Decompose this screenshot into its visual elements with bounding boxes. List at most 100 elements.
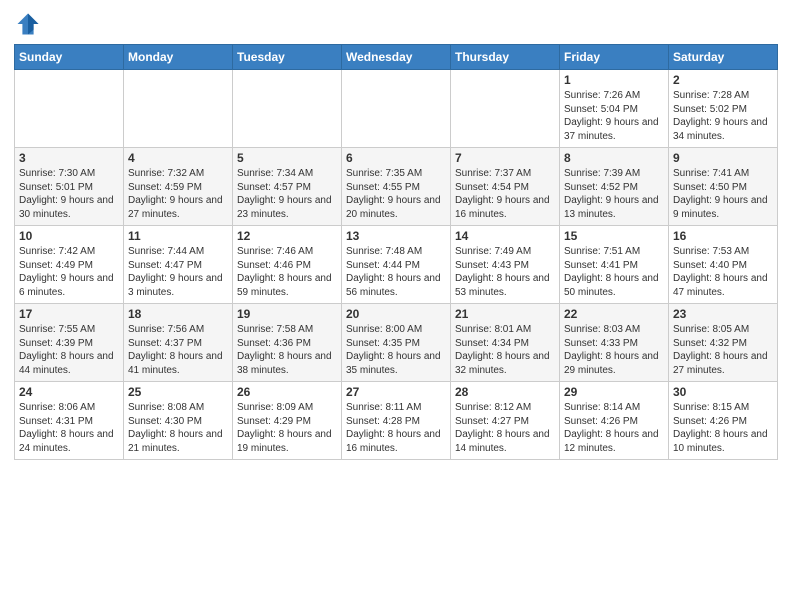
day-info: Sunrise: 7:46 AM Sunset: 4:46 PM Dayligh… <box>237 245 337 299</box>
day-number: 5 <box>237 151 337 165</box>
day-number: 20 <box>346 307 446 321</box>
day-number: 9 <box>673 151 773 165</box>
day-info: Sunrise: 7:32 AM Sunset: 4:59 PM Dayligh… <box>128 167 228 221</box>
page-container: SundayMondayTuesdayWednesdayThursdayFrid… <box>0 0 792 470</box>
day-cell: 14 Sunrise: 7:49 AM Sunset: 4:43 PM Dayli… <box>451 226 560 304</box>
day-cell: 12Sunrise: 7:46 AM Sunset: 4:46 PM Dayli… <box>233 226 342 304</box>
day-cell: 10 Sunrise: 7:42 AM Sunset: 4:49 PM Dayli… <box>15 226 124 304</box>
day-number: 24 <box>19 385 119 399</box>
day-cell: 17 Sunrise: 7:55 AM Sunset: 4:39 PM Dayli… <box>15 304 124 382</box>
day-cell: 13Sunrise: 7:48 AM Sunset: 4:44 PM Dayli… <box>342 226 451 304</box>
day-cell: 8 Sunrise: 7:39 AM Sunset: 4:52 PM Daylig… <box>560 148 669 226</box>
day-info: Sunrise: 7:37 AM Sunset: 4:54 PM Dayligh… <box>455 167 555 221</box>
day-cell: 27 Sunrise: 8:11 AM Sunset: 4:28 PM Dayli… <box>342 382 451 460</box>
day-number: 7 <box>455 151 555 165</box>
day-info: Sunrise: 8:14 AM Sunset: 4:26 PM Dayligh… <box>564 401 664 455</box>
day-info: Sunrise: 7:26 AM Sunset: 5:04 PM Dayligh… <box>564 89 664 143</box>
logo-icon <box>14 10 42 38</box>
col-header-friday: Friday <box>560 45 669 70</box>
day-cell: 29 Sunrise: 8:14 AM Sunset: 4:26 PM Dayli… <box>560 382 669 460</box>
day-number: 29 <box>564 385 664 399</box>
day-cell: 7 Sunrise: 7:37 AM Sunset: 4:54 PM Daylig… <box>451 148 560 226</box>
day-cell <box>342 70 451 148</box>
day-info: Sunrise: 8:06 AM Sunset: 4:31 PM Dayligh… <box>19 401 119 455</box>
day-number: 1 <box>564 73 664 87</box>
day-number: 23 <box>673 307 773 321</box>
day-cell: 16 Sunrise: 7:53 AM Sunset: 4:40 PM Dayli… <box>669 226 778 304</box>
day-cell: 9 Sunrise: 7:41 AM Sunset: 4:50 PM Daylig… <box>669 148 778 226</box>
day-cell: 3 Sunrise: 7:30 AM Sunset: 5:01 PM Daylig… <box>15 148 124 226</box>
day-info: Sunrise: 7:41 AM Sunset: 4:50 PM Dayligh… <box>673 167 773 221</box>
col-header-monday: Monday <box>124 45 233 70</box>
day-cell <box>233 70 342 148</box>
day-number: 16 <box>673 229 773 243</box>
day-cell: 5Sunrise: 7:34 AM Sunset: 4:57 PM Daylig… <box>233 148 342 226</box>
day-info: Sunrise: 8:09 AM Sunset: 4:29 PM Dayligh… <box>237 401 337 455</box>
day-info: Sunrise: 8:12 AM Sunset: 4:27 PM Dayligh… <box>455 401 555 455</box>
week-row-1: 3 Sunrise: 7:30 AM Sunset: 5:01 PM Daylig… <box>15 148 778 226</box>
col-header-saturday: Saturday <box>669 45 778 70</box>
day-cell: 28 Sunrise: 8:12 AM Sunset: 4:27 PM Dayli… <box>451 382 560 460</box>
day-number: 13 <box>346 229 446 243</box>
day-info: Sunrise: 7:30 AM Sunset: 5:01 PM Dayligh… <box>19 167 119 221</box>
week-row-2: 10 Sunrise: 7:42 AM Sunset: 4:49 PM Dayli… <box>15 226 778 304</box>
col-header-tuesday: Tuesday <box>233 45 342 70</box>
day-cell: 19Sunrise: 7:58 AM Sunset: 4:36 PM Dayli… <box>233 304 342 382</box>
col-header-wednesday: Wednesday <box>342 45 451 70</box>
day-cell <box>124 70 233 148</box>
day-info: Sunrise: 8:11 AM Sunset: 4:28 PM Dayligh… <box>346 401 446 455</box>
day-number: 22 <box>564 307 664 321</box>
day-cell: 15 Sunrise: 7:51 AM Sunset: 4:41 PM Dayli… <box>560 226 669 304</box>
day-number: 25 <box>128 385 228 399</box>
day-number: 30 <box>673 385 773 399</box>
day-cell <box>451 70 560 148</box>
day-info: Sunrise: 7:28 AM Sunset: 5:02 PM Dayligh… <box>673 89 773 143</box>
day-cell: 1 Sunrise: 7:26 AM Sunset: 5:04 PM Daylig… <box>560 70 669 148</box>
day-info: Sunrise: 7:44 AM Sunset: 4:47 PM Dayligh… <box>128 245 228 299</box>
day-cell: 21Sunrise: 8:01 AM Sunset: 4:34 PM Dayli… <box>451 304 560 382</box>
day-info: Sunrise: 8:15 AM Sunset: 4:26 PM Dayligh… <box>673 401 773 455</box>
day-number: 2 <box>673 73 773 87</box>
day-info: Sunrise: 7:51 AM Sunset: 4:41 PM Dayligh… <box>564 245 664 299</box>
day-number: 14 <box>455 229 555 243</box>
day-number: 19 <box>237 307 337 321</box>
day-cell: 4Sunrise: 7:32 AM Sunset: 4:59 PM Daylig… <box>124 148 233 226</box>
day-number: 21 <box>455 307 555 321</box>
day-info: Sunrise: 7:42 AM Sunset: 4:49 PM Dayligh… <box>19 245 119 299</box>
day-cell: 22 Sunrise: 8:03 AM Sunset: 4:33 PM Dayli… <box>560 304 669 382</box>
day-info: Sunrise: 8:03 AM Sunset: 4:33 PM Dayligh… <box>564 323 664 377</box>
day-number: 15 <box>564 229 664 243</box>
day-cell: 20 Sunrise: 8:00 AM Sunset: 4:35 PM Dayli… <box>342 304 451 382</box>
day-cell: 26 Sunrise: 8:09 AM Sunset: 4:29 PM Dayli… <box>233 382 342 460</box>
day-number: 10 <box>19 229 119 243</box>
day-cell: 30 Sunrise: 8:15 AM Sunset: 4:26 PM Dayli… <box>669 382 778 460</box>
day-info: Sunrise: 8:00 AM Sunset: 4:35 PM Dayligh… <box>346 323 446 377</box>
day-info: Sunrise: 7:56 AM Sunset: 4:37 PM Dayligh… <box>128 323 228 377</box>
col-header-thursday: Thursday <box>451 45 560 70</box>
day-cell: 11Sunrise: 7:44 AM Sunset: 4:47 PM Dayli… <box>124 226 233 304</box>
day-number: 27 <box>346 385 446 399</box>
logo <box>14 10 46 38</box>
day-cell: 24 Sunrise: 8:06 AM Sunset: 4:31 PM Dayli… <box>15 382 124 460</box>
day-cell: 23 Sunrise: 8:05 AM Sunset: 4:32 PM Dayli… <box>669 304 778 382</box>
day-info: Sunrise: 7:39 AM Sunset: 4:52 PM Dayligh… <box>564 167 664 221</box>
calendar-header-row: SundayMondayTuesdayWednesdayThursdayFrid… <box>15 45 778 70</box>
day-number: 6 <box>346 151 446 165</box>
day-cell: 25 Sunrise: 8:08 AM Sunset: 4:30 PM Dayli… <box>124 382 233 460</box>
day-number: 28 <box>455 385 555 399</box>
day-number: 26 <box>237 385 337 399</box>
day-info: Sunrise: 8:08 AM Sunset: 4:30 PM Dayligh… <box>128 401 228 455</box>
day-info: Sunrise: 7:49 AM Sunset: 4:43 PM Dayligh… <box>455 245 555 299</box>
day-info: Sunrise: 8:05 AM Sunset: 4:32 PM Dayligh… <box>673 323 773 377</box>
day-info: Sunrise: 7:53 AM Sunset: 4:40 PM Dayligh… <box>673 245 773 299</box>
day-cell <box>15 70 124 148</box>
day-cell: 18 Sunrise: 7:56 AM Sunset: 4:37 PM Dayli… <box>124 304 233 382</box>
day-number: 3 <box>19 151 119 165</box>
header <box>14 10 778 38</box>
day-number: 18 <box>128 307 228 321</box>
day-info: Sunrise: 7:55 AM Sunset: 4:39 PM Dayligh… <box>19 323 119 377</box>
calendar-table: SundayMondayTuesdayWednesdayThursdayFrid… <box>14 44 778 460</box>
day-number: 8 <box>564 151 664 165</box>
week-row-0: 1 Sunrise: 7:26 AM Sunset: 5:04 PM Daylig… <box>15 70 778 148</box>
day-number: 17 <box>19 307 119 321</box>
